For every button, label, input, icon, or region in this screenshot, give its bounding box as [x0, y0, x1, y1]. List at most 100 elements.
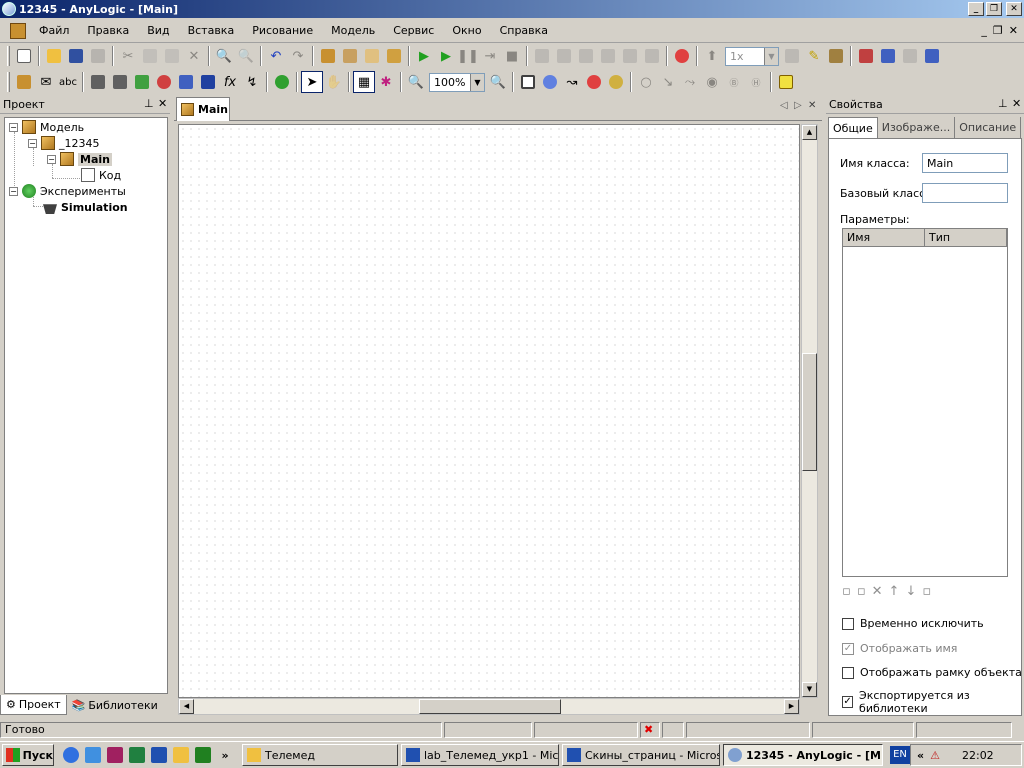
insert-function-icon[interactable]: fx — [219, 71, 241, 93]
history-b-icon[interactable]: Ⓑ — [723, 71, 745, 93]
sync-icon[interactable] — [825, 45, 847, 67]
trace-icon[interactable] — [855, 45, 877, 67]
tab-scroll-right-icon[interactable]: ▷ — [794, 100, 802, 111]
tab-libraries[interactable]: 📚 Библиотеки — [67, 695, 163, 715]
menu-window[interactable]: Окно — [443, 24, 490, 37]
language-indicator[interactable]: EN — [890, 746, 910, 764]
speed-down-icon[interactable]: ⬆ — [701, 45, 723, 67]
close-icon[interactable]: ✕ — [1012, 97, 1021, 110]
insert-transition-icon[interactable]: ↯ — [241, 71, 263, 93]
line-icon[interactable]: ↘ — [657, 71, 679, 93]
menu-insert[interactable]: Вставка — [179, 24, 244, 37]
paste-icon[interactable] — [161, 45, 183, 67]
pin-icon[interactable]: ⊥ — [144, 97, 154, 110]
debug-6-icon[interactable] — [641, 45, 663, 67]
cut-icon[interactable]: ✂ — [117, 45, 139, 67]
menu-file[interactable]: Файл — [30, 24, 78, 37]
insert-message-icon[interactable]: ✉ — [35, 71, 57, 93]
stop-icon[interactable]: ■ — [501, 45, 523, 67]
menu-model[interactable]: Модель — [322, 24, 384, 37]
delete-icon[interactable]: ✕ — [183, 45, 205, 67]
speed-up-icon[interactable] — [781, 45, 803, 67]
save-icon[interactable] — [65, 45, 87, 67]
insert-table-icon[interactable] — [197, 71, 219, 93]
quicklaunch-7-icon[interactable] — [192, 744, 214, 766]
horizontal-scroll-thumb[interactable] — [419, 699, 561, 714]
toolbar-grip[interactable] — [7, 46, 10, 66]
event-icon[interactable] — [583, 71, 605, 93]
quicklaunch-2-icon[interactable] — [82, 744, 104, 766]
breakpoint-icon[interactable] — [671, 45, 693, 67]
step-icon[interactable]: ⇥ — [479, 45, 501, 67]
tree-node-experiments[interactable]: − Эксперименты — [9, 183, 126, 199]
close-icon[interactable]: ✕ — [158, 97, 167, 110]
parameters-table[interactable]: Имя Тип — [842, 228, 1008, 577]
debug-5-icon[interactable] — [619, 45, 641, 67]
tree-node-simulation[interactable]: Simulation — [43, 199, 128, 215]
edit-parameter-icon[interactable]: ▫ — [857, 584, 866, 599]
checkbox-exclude[interactable]: Временно исключить — [842, 617, 984, 630]
copy-parameter-icon[interactable]: ▫ — [922, 584, 931, 599]
insert-object-icon[interactable] — [13, 71, 35, 93]
insert-chart-icon[interactable] — [153, 71, 175, 93]
toolbar-grip[interactable] — [7, 72, 10, 92]
task-anylogic[interactable]: 12345 - AnyLogic - [M... — [723, 744, 883, 766]
scroll-right-icon[interactable]: ▶ — [784, 699, 799, 714]
delete-parameter-icon[interactable]: ✕ — [872, 584, 883, 599]
tab-general[interactable]: Общие — [828, 117, 878, 138]
chevron-down-icon[interactable]: ▼ — [470, 73, 484, 91]
insert-experiment-icon[interactable] — [271, 71, 293, 93]
menu-view[interactable]: Вид — [138, 24, 178, 37]
mdi-restore-button[interactable]: ❐ — [993, 24, 1003, 37]
pin-icon[interactable]: ⊥ — [998, 97, 1008, 110]
branch-icon[interactable]: ◉ — [701, 71, 723, 93]
scroll-left-icon[interactable]: ◀ — [179, 699, 194, 714]
maximize-button[interactable]: ❐ — [986, 2, 1002, 16]
editor-close-icon[interactable]: ✕ — [808, 100, 816, 111]
tree-node-package[interactable]: − _12345 — [28, 135, 100, 151]
insert-text-icon[interactable]: abc — [57, 71, 79, 93]
column-name-header[interactable]: Имя — [843, 229, 925, 246]
pan-icon[interactable]: ✋ — [323, 71, 345, 93]
mdi-minimize-button[interactable]: _ — [981, 24, 987, 37]
move-up-icon[interactable]: ↑ — [889, 584, 900, 599]
log-2-icon[interactable] — [899, 45, 921, 67]
quicklaunch-more-icon[interactable]: » — [214, 744, 236, 766]
insert-port-icon[interactable] — [87, 71, 109, 93]
checkbox-show-name[interactable]: ✓ Отображать имя — [842, 642, 957, 655]
history-h-icon[interactable]: Ⓗ — [745, 71, 767, 93]
checkbox-export-box[interactable]: ✓ — [842, 696, 854, 708]
find-icon[interactable]: 🔍 — [213, 45, 235, 67]
save-all-icon[interactable] — [87, 45, 109, 67]
tab-scroll-left-icon[interactable]: ◁ — [780, 100, 788, 111]
redo-icon[interactable]: ↷ — [287, 45, 309, 67]
run-icon[interactable]: ▶ — [413, 45, 435, 67]
checkbox-show-name-box[interactable]: ✓ — [842, 642, 854, 655]
tree-node-model[interactable]: − Модель — [9, 119, 84, 135]
vertical-scrollbar[interactable]: ▲ ▼ — [801, 124, 818, 698]
tree-node-main[interactable]: − Main — [47, 151, 112, 167]
final-state-icon[interactable] — [775, 71, 797, 93]
diagram-canvas[interactable] — [178, 124, 800, 698]
mdi-close-button[interactable]: ✕ — [1009, 24, 1018, 37]
checkbox-exclude-box[interactable] — [842, 617, 854, 630]
grid-icon[interactable]: ▦ — [353, 71, 375, 93]
zoom-out-icon[interactable]: 🔍 — [405, 71, 427, 93]
task-word-skins[interactable]: Скины_страниц - Micros... — [562, 744, 720, 766]
insert-statechart-icon[interactable] — [175, 71, 197, 93]
insert-connector-icon[interactable] — [109, 71, 131, 93]
zoom-combo[interactable]: 100% ▼ — [429, 72, 485, 92]
run-fast-icon[interactable]: ▶ — [435, 45, 457, 67]
zoom-in-icon[interactable]: 🔍 — [487, 71, 509, 93]
checkbox-show-frame-box[interactable] — [842, 666, 854, 679]
document-icon[interactable] — [10, 22, 26, 39]
quicklaunch-3-icon[interactable] — [104, 744, 126, 766]
debug-3-icon[interactable] — [575, 45, 597, 67]
scroll-up-icon[interactable]: ▲ — [802, 125, 817, 140]
tab-project[interactable]: ⚙ Проект — [0, 695, 67, 715]
checkbox-export[interactable]: ✓ Экспортируется из библиотеки — [842, 689, 1024, 715]
polyline-icon[interactable]: ⤳ — [679, 71, 701, 93]
debug-1-icon[interactable] — [531, 45, 553, 67]
debug-2-icon[interactable] — [553, 45, 575, 67]
ellipse-icon[interactable]: ○ — [635, 71, 657, 93]
